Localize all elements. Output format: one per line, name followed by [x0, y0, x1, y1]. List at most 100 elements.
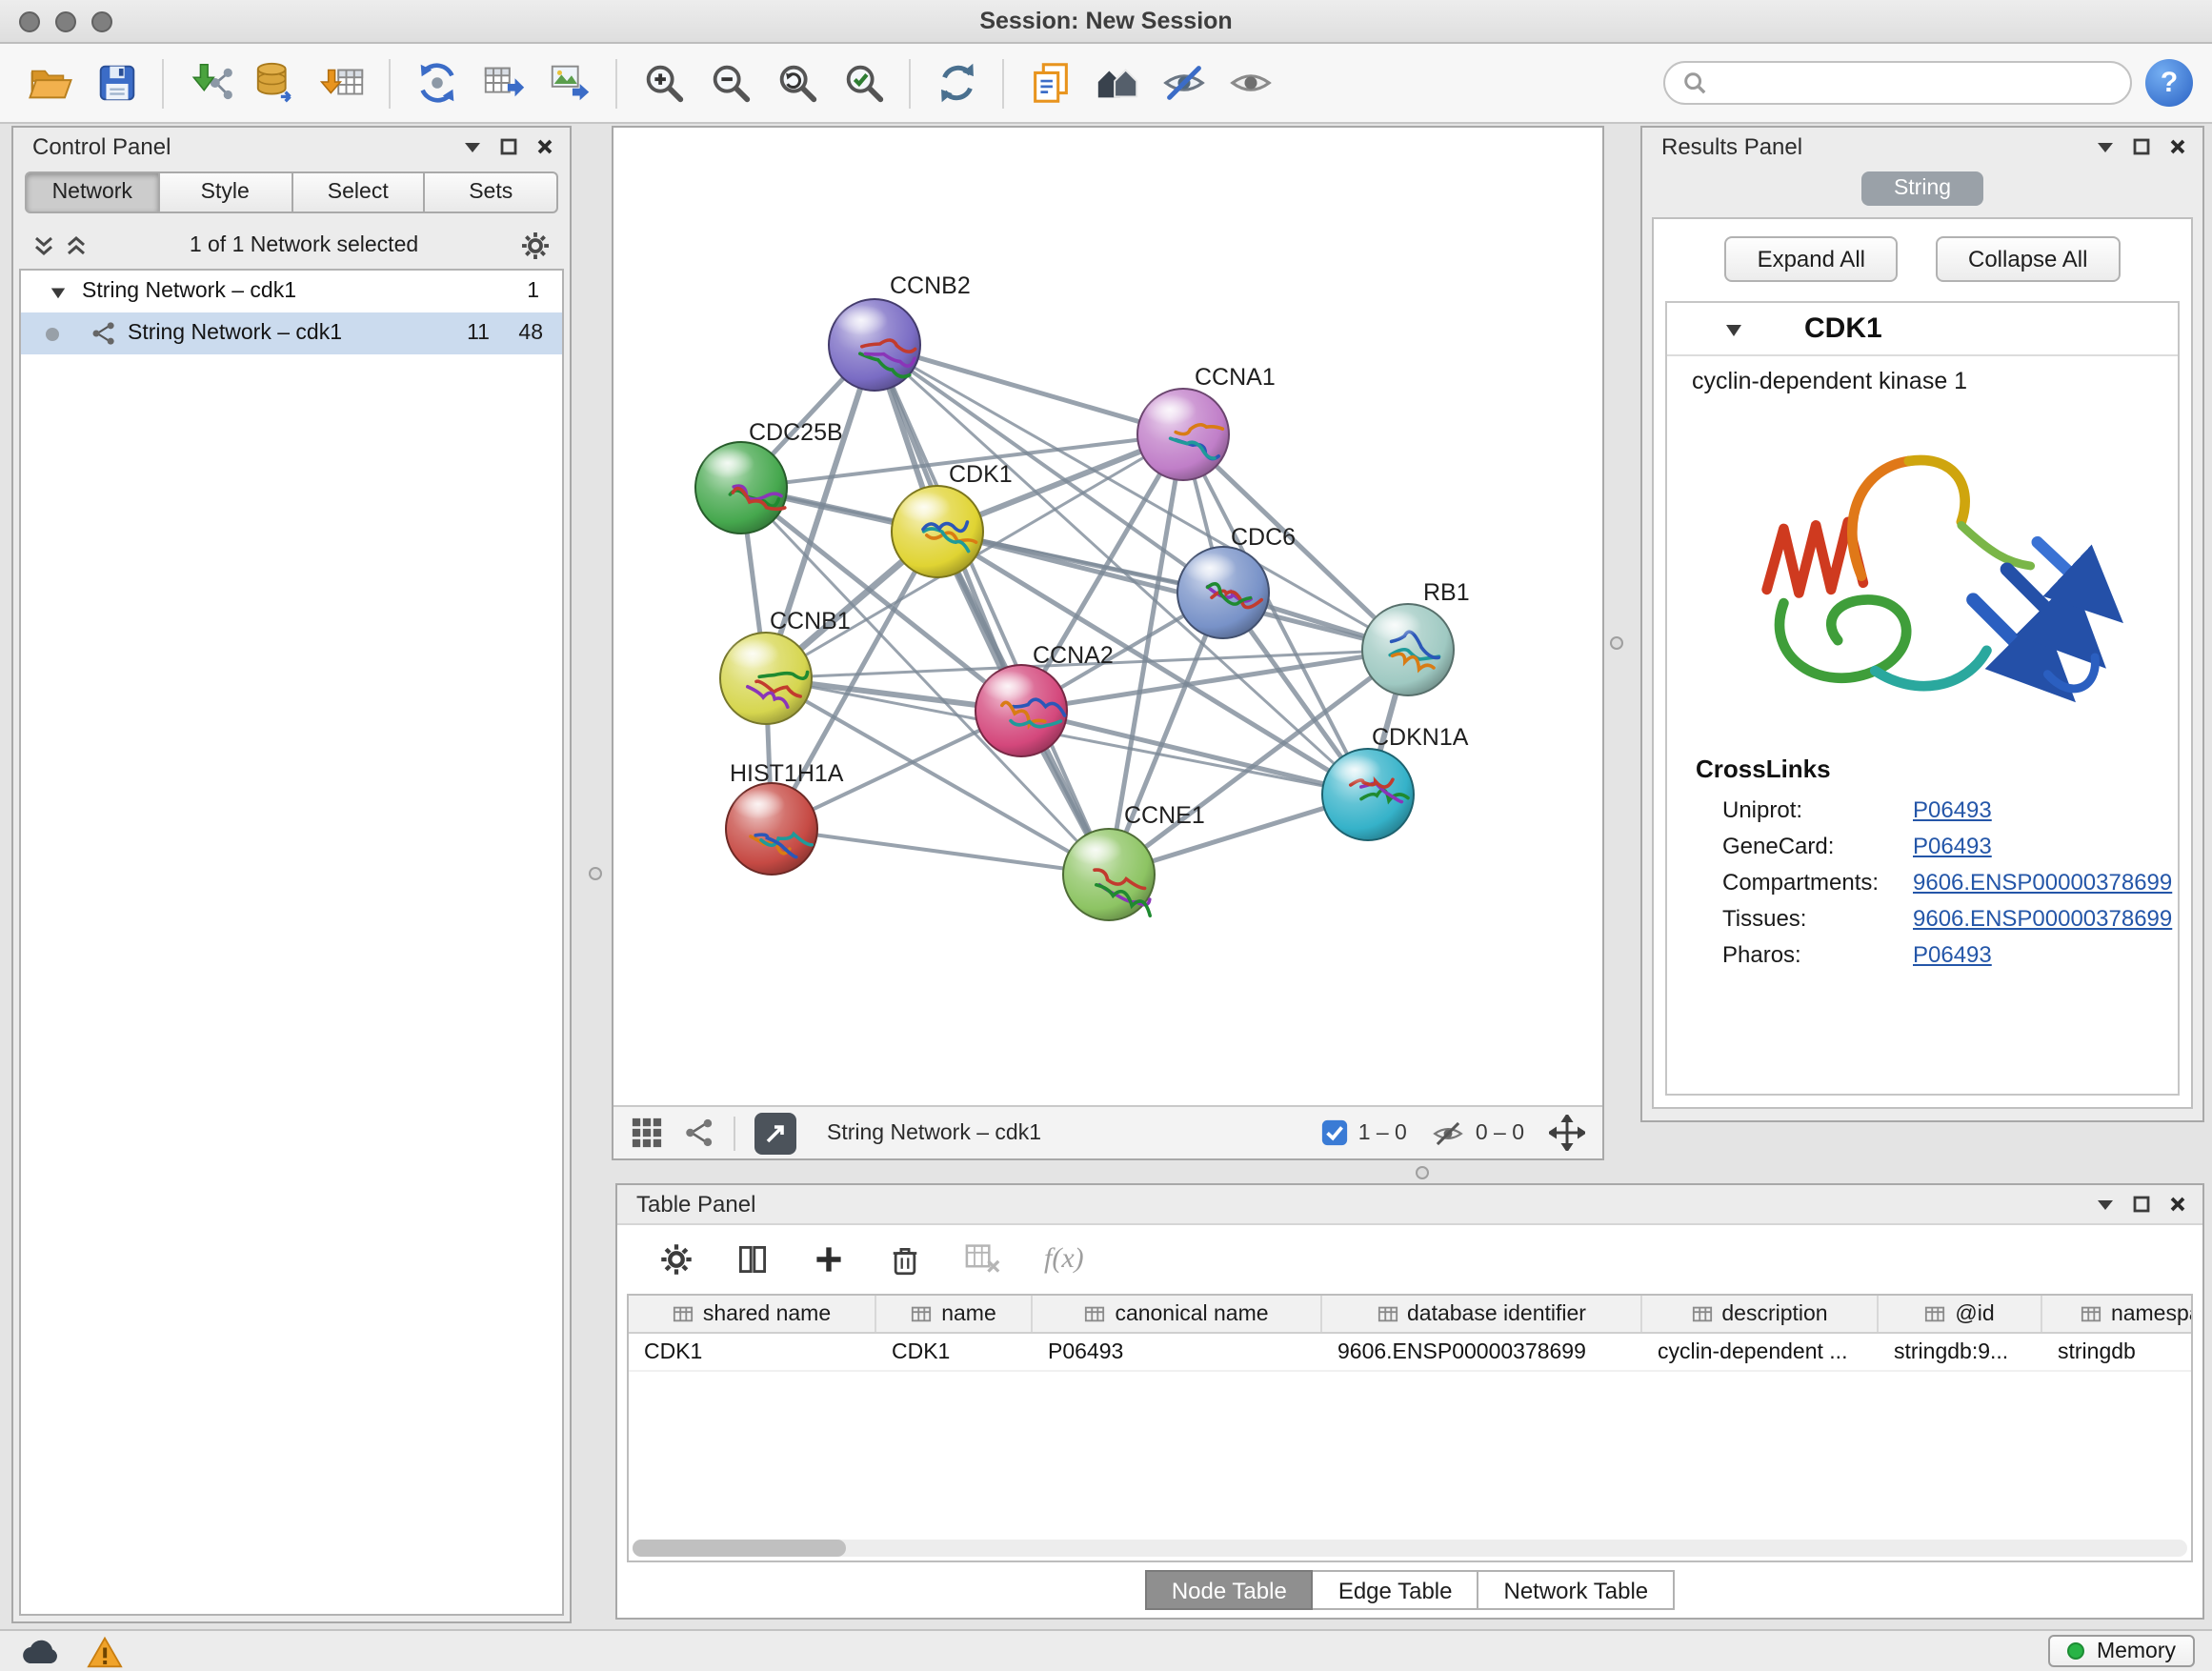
- toolbar-separator: [909, 58, 911, 108]
- panel-float-icon[interactable]: [2132, 137, 2151, 156]
- zoom-out-button[interactable]: [703, 56, 756, 110]
- network-share-icon[interactable]: [682, 1117, 714, 1149]
- copy-document-button[interactable]: [1023, 56, 1076, 110]
- collapse-all-button[interactable]: Collapse All: [1936, 236, 2120, 282]
- show-columns-button[interactable]: [735, 1242, 770, 1277]
- network-row-selected[interactable]: String Network – cdk1 11 48: [21, 312, 562, 354]
- panel-float-icon[interactable]: [2132, 1195, 2151, 1214]
- network-node-CCNB1[interactable]: CCNB1: [720, 608, 851, 724]
- search-input[interactable]: [1717, 71, 2113, 94]
- network-node-CCNB2[interactable]: CCNB2: [829, 272, 971, 391]
- selected-checkbox-icon[interactable]: [1320, 1118, 1349, 1147]
- network-view: CCNB2CCNA1CDC25BCDK1CDC6RB1CCNB1CCNA2CDK…: [612, 126, 1604, 1160]
- toolbar-separator: [1002, 58, 1004, 108]
- tab-select[interactable]: Select: [292, 171, 426, 213]
- column-header--id[interactable]: @id: [1879, 1296, 2042, 1332]
- table-toolbar: f(x): [617, 1225, 2202, 1294]
- expand-all-button[interactable]: Expand All: [1725, 236, 1898, 282]
- open-session-button[interactable]: [23, 56, 76, 110]
- crosslink-row: GeneCard:P06493: [1667, 827, 2178, 863]
- network-graph: CCNB2CCNA1CDC25BCDK1CDC6RB1CCNB1CCNA2CDK…: [613, 128, 1602, 1105]
- protein-section-header[interactable]: CDK1: [1667, 303, 2178, 356]
- crosslink-link[interactable]: P06493: [1913, 940, 1992, 967]
- network-canvas[interactable]: CCNB2CCNA1CDC25BCDK1CDC6RB1CCNB1CCNA2CDK…: [613, 128, 1602, 1105]
- gear-icon[interactable]: [520, 230, 551, 260]
- import-network-from-file-button[interactable]: [183, 56, 236, 110]
- table-horizontal-scrollbar[interactable]: [633, 1540, 2187, 1557]
- splitter-handle-bottom[interactable]: [1416, 1166, 1429, 1179]
- refresh-icon: [933, 59, 980, 107]
- column-type-icon: [1924, 1303, 1945, 1324]
- panel-menu-icon[interactable]: [463, 137, 482, 156]
- column-header-name[interactable]: name: [876, 1296, 1033, 1332]
- network-node-CCNA1[interactable]: CCNA1: [1137, 364, 1276, 480]
- table-tabs: Node TableEdge TableNetwork Table: [617, 1562, 2202, 1618]
- column-header-shared-name[interactable]: shared name: [629, 1296, 876, 1332]
- panel-close-icon[interactable]: [2168, 1195, 2187, 1214]
- crosslinks-rows: Uniprot:P06493GeneCard:P06493Compartment…: [1667, 791, 2178, 972]
- tab-network-table[interactable]: Network Table: [1479, 1570, 1676, 1610]
- panel-close-icon[interactable]: [2168, 137, 2187, 156]
- warnings-button[interactable]: [86, 1634, 124, 1668]
- collapse-all-icon[interactable]: [32, 233, 55, 256]
- network-node-RB1[interactable]: RB1: [1362, 579, 1470, 695]
- network-collection-row[interactable]: String Network – cdk1 1: [21, 271, 562, 312]
- column-header-namespac[interactable]: namespac: [2042, 1296, 2193, 1332]
- show-all-button[interactable]: [1223, 56, 1277, 110]
- panel-float-icon[interactable]: [499, 137, 518, 156]
- crosslink-link[interactable]: P06493: [1913, 832, 1992, 858]
- crosslink-link[interactable]: 9606.ENSP00000378699: [1913, 868, 2172, 895]
- splitter-handle-right[interactable]: [1610, 636, 1623, 650]
- tab-network[interactable]: Network: [25, 171, 160, 213]
- help-button[interactable]: ?: [2145, 59, 2193, 107]
- table-row[interactable]: CDK1CDK1P064939606.ENSP00000378699cyclin…: [629, 1334, 2191, 1372]
- network-overview-button[interactable]: [1090, 56, 1143, 110]
- function-builder-button[interactable]: f(x): [1044, 1243, 1084, 1276]
- network-node-HIST1H1A[interactable]: HIST1H1A: [726, 760, 844, 875]
- scrollbar-thumb[interactable]: [633, 1540, 846, 1557]
- panel-menu-icon[interactable]: [2096, 137, 2115, 156]
- zoom-fit-button[interactable]: [770, 56, 823, 110]
- column-header-description[interactable]: description: [1642, 1296, 1879, 1332]
- crosshair-move-icon[interactable]: [1549, 1115, 1585, 1151]
- open-in-window-button[interactable]: [754, 1112, 796, 1154]
- tab-style[interactable]: Style: [160, 171, 293, 213]
- export-table-button[interactable]: [476, 56, 530, 110]
- panel-menu-icon[interactable]: [2096, 1195, 2115, 1214]
- export-image-button[interactable]: [543, 56, 596, 110]
- tab-node-table[interactable]: Node Table: [1145, 1570, 1314, 1610]
- delete-column-button[interactable]: [888, 1242, 922, 1277]
- tab-edge-table[interactable]: Edge Table: [1314, 1570, 1479, 1610]
- save-session-button[interactable]: [90, 56, 143, 110]
- toolbar-separator: [734, 1116, 735, 1150]
- tab-string[interactable]: String: [1861, 171, 1983, 206]
- grid-view-icon[interactable]: [631, 1117, 663, 1149]
- add-column-button[interactable]: [812, 1242, 846, 1277]
- table-settings-button[interactable]: [659, 1242, 694, 1277]
- hidden-eye-slash-icon[interactable]: [1432, 1116, 1466, 1150]
- import-table-button[interactable]: [316, 56, 370, 110]
- network-node-CDKN1A[interactable]: CDKN1A: [1322, 724, 1469, 840]
- tab-sets[interactable]: Sets: [426, 171, 559, 213]
- expand-all-icon[interactable]: [65, 233, 88, 256]
- panel-close-icon[interactable]: [535, 137, 554, 156]
- zoom-out-icon: [706, 59, 754, 107]
- zoom-selected-button[interactable]: [836, 56, 890, 110]
- splitter-handle-left[interactable]: [589, 867, 602, 880]
- memory-button[interactable]: Memory: [2049, 1635, 2195, 1667]
- crosslink-link[interactable]: 9606.ENSP00000378699: [1913, 904, 2172, 931]
- import-network-from-database-button[interactable]: [250, 56, 303, 110]
- column-header-database-identifier[interactable]: database identifier: [1322, 1296, 1642, 1332]
- expand-triangle-icon[interactable]: [50, 283, 67, 300]
- zoom-in-button[interactable]: [636, 56, 690, 110]
- column-header-canonical-name[interactable]: canonical name: [1033, 1296, 1322, 1332]
- node-table: shared namenamecanonical namedatabase id…: [627, 1294, 2193, 1562]
- cloud-status-button[interactable]: [17, 1635, 63, 1667]
- network-node-CDK1[interactable]: CDK1: [892, 461, 1013, 577]
- crosslink-link[interactable]: P06493: [1913, 795, 1992, 822]
- collapse-triangle-icon[interactable]: [1724, 319, 1743, 338]
- delete-table-button[interactable]: [964, 1242, 1002, 1277]
- apply-layout-button[interactable]: [930, 56, 983, 110]
- export-network-button[interactable]: [410, 56, 463, 110]
- hide-selected-button[interactable]: [1156, 56, 1210, 110]
